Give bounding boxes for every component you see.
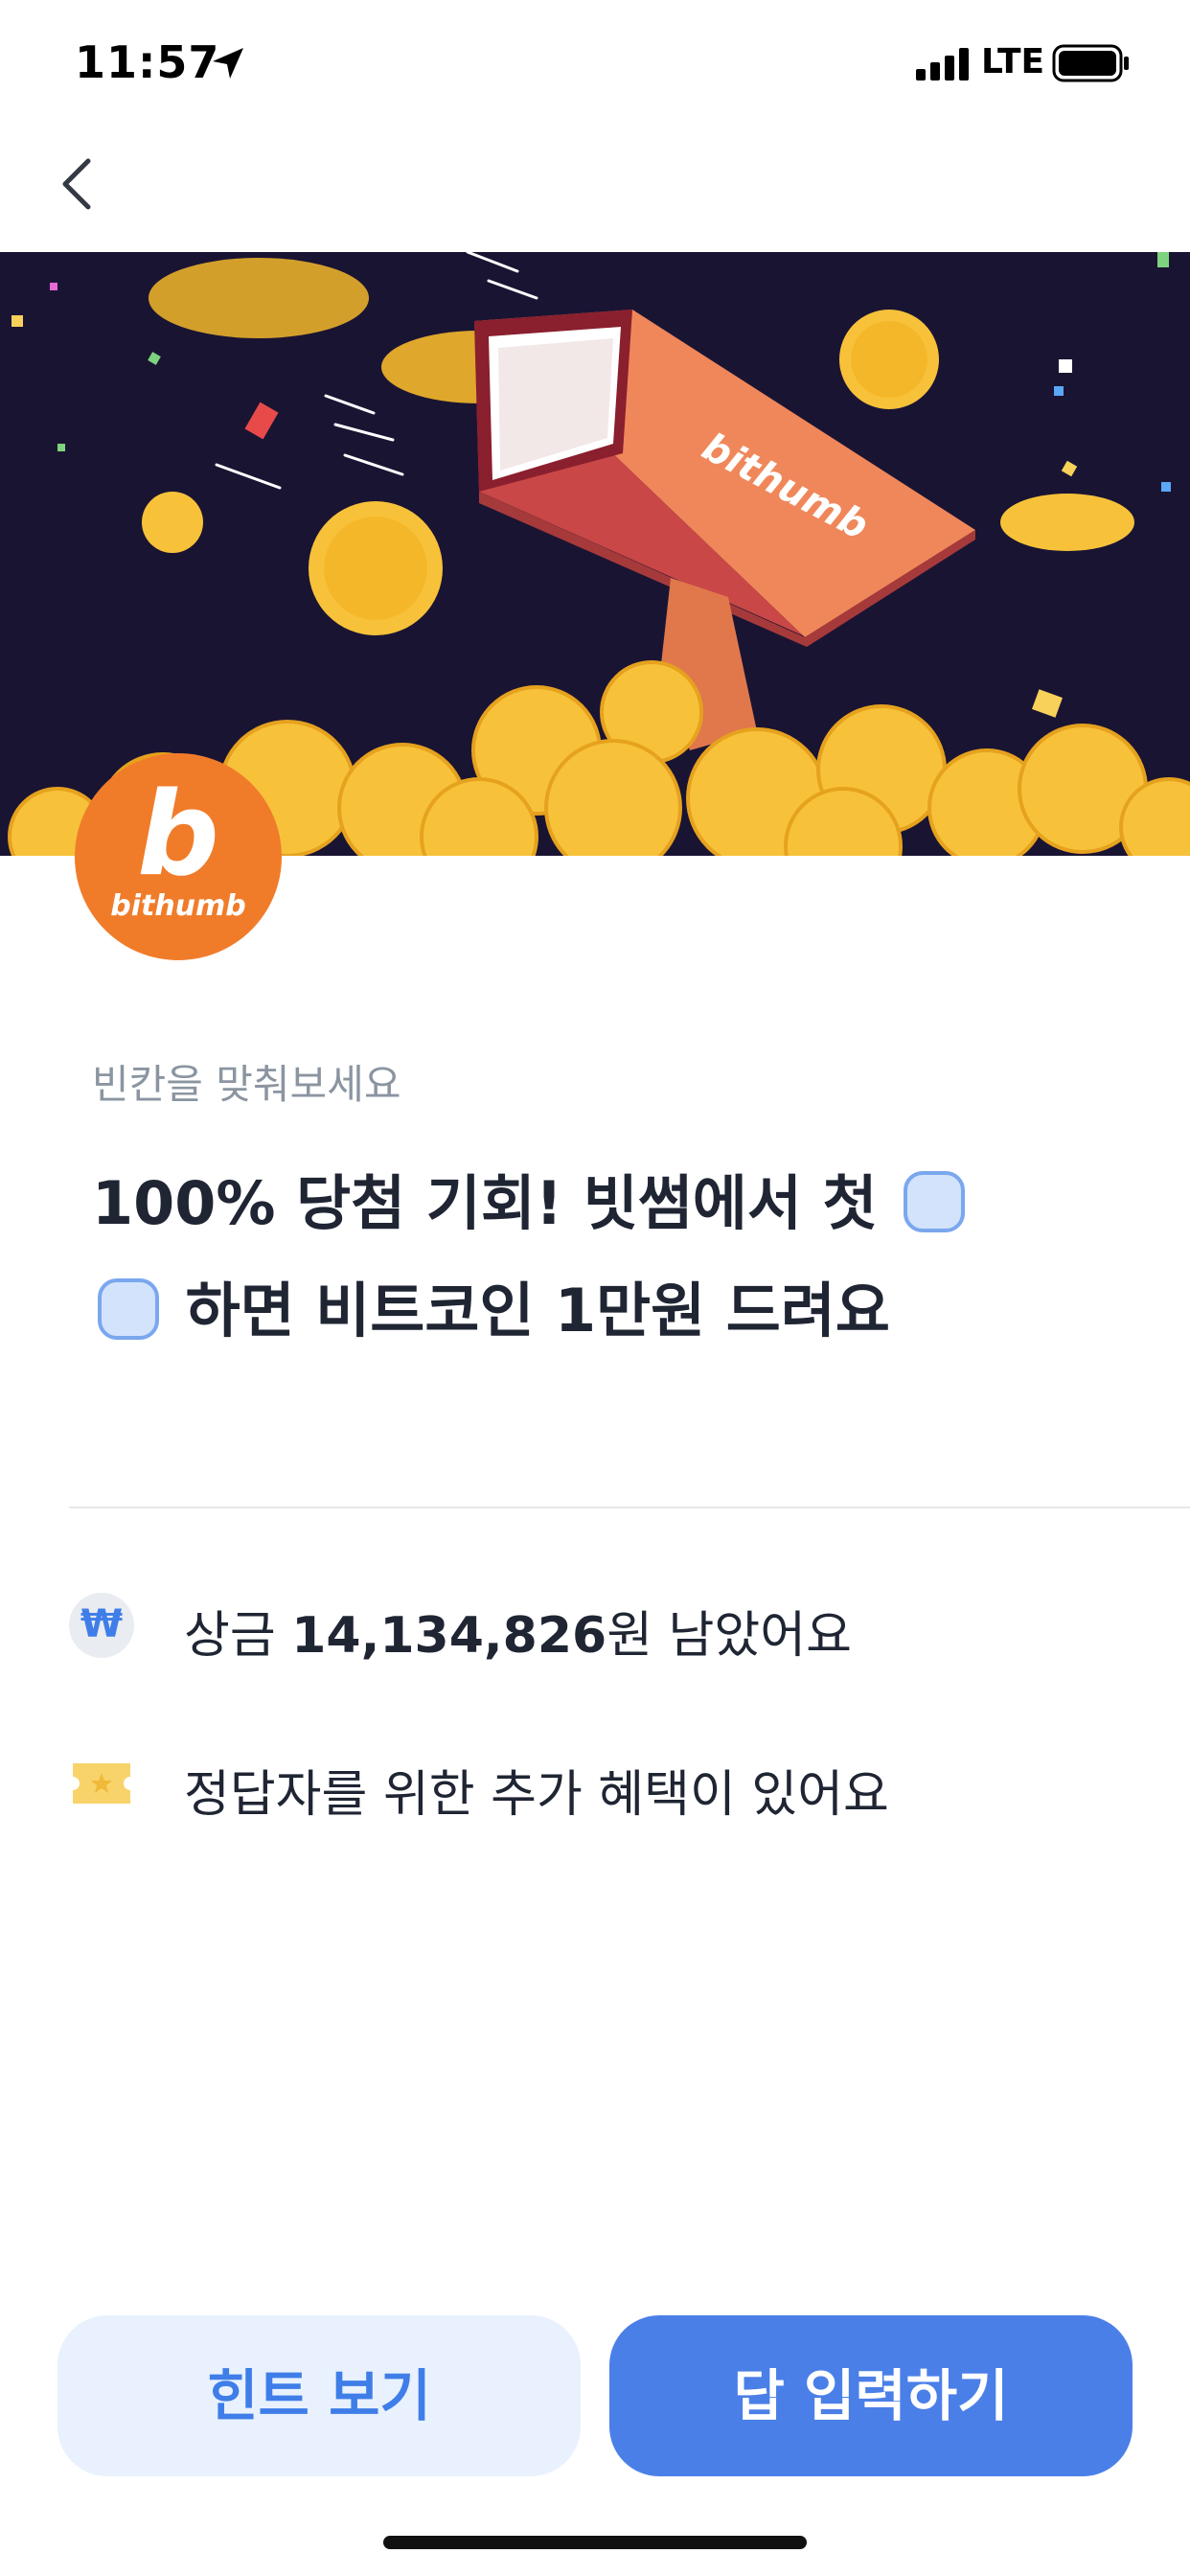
quiz-question: 100% 당첨 기회! 빗썸에서 첫 하면 비트코인 1만원 드려요	[92, 1150, 1127, 1365]
location-arrow-icon	[213, 48, 243, 79]
network-type: LTE	[981, 42, 1045, 81]
home-indicator	[383, 2536, 807, 2549]
status-bar: 11:57 LTE	[0, 0, 1190, 125]
question-part-2: 하면 비트코인 1만원 드려요	[185, 1276, 890, 1346]
chevron-left-icon	[62, 158, 91, 210]
logo-text: bithumb	[110, 889, 246, 923]
bithumb-logo: b bithumb	[75, 753, 282, 960]
status-time: 11:57	[75, 36, 220, 88]
battery-icon	[1052, 44, 1129, 82]
benefit-text: 정답자를 위한 추가 혜택이 있어요	[184, 1766, 889, 1824]
prize-amount: 14,134,826	[291, 1607, 607, 1665]
ticket-icon	[73, 1763, 130, 1804]
blank-box-1	[904, 1170, 966, 1232]
blank-box-2	[98, 1277, 159, 1340]
hint-button[interactable]: 힌트 보기	[57, 2315, 581, 2476]
answer-input-button[interactable]: 답 입력하기	[609, 2315, 1133, 2476]
question-part-1: 100% 당첨 기회! 빗썸에서 첫	[92, 1168, 878, 1238]
prize-text: 상금 14,134,826원 남았어요	[184, 1607, 852, 1665]
won-icon: ₩	[69, 1593, 134, 1658]
benefit-info-row: 정답자를 위한 추가 혜택이 있어요	[69, 1748, 1123, 1825]
back-button[interactable]	[50, 150, 107, 218]
signal-bars-icon	[916, 48, 969, 80]
prize-info-row: ₩ 상금 14,134,826원 남았어요	[69, 1589, 1123, 1666]
logo-mark: b	[137, 769, 219, 902]
quiz-subtitle: 빈칸을 맞춰보세요	[92, 1061, 401, 1108]
divider	[69, 1506, 1190, 1508]
